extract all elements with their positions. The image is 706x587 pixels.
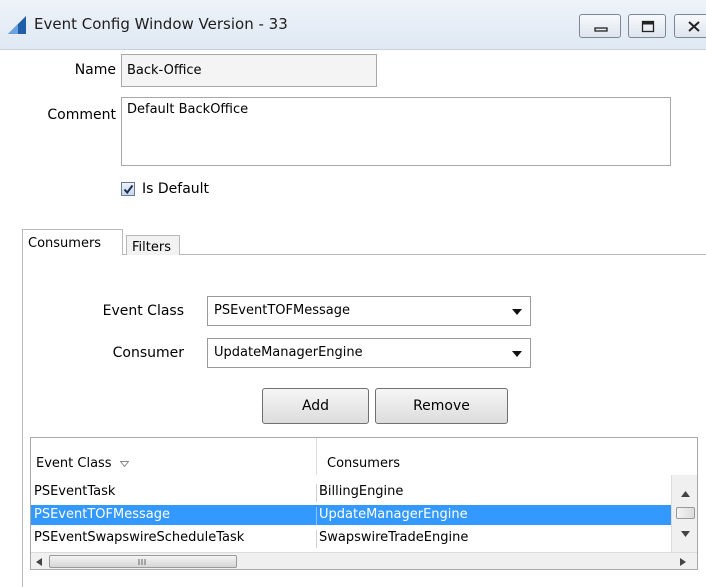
cell-event-class: PSEventTask — [34, 484, 116, 499]
checkmark-icon — [123, 184, 134, 195]
tab-filters[interactable]: Filters — [126, 235, 180, 255]
cell-consumer: BillingEngine — [316, 484, 669, 502]
column-header-event-class[interactable]: Event Class — [31, 438, 317, 475]
table-row[interactable]: PSEventTOFMessage UpdateManagerEngine — [31, 505, 671, 525]
comment-label: Comment — [47, 107, 116, 123]
maximize-button[interactable] — [628, 14, 666, 38]
remove-button[interactable]: Remove — [375, 388, 508, 424]
event-class-dropdown[interactable]: PSEventTOFMessage — [207, 296, 531, 326]
app-icon — [8, 16, 26, 34]
scroll-right-icon[interactable] — [680, 558, 686, 566]
horizontal-scroll-thumb[interactable] — [49, 555, 237, 568]
sort-icon — [119, 461, 130, 468]
event-class-value: PSEventTOFMessage — [214, 303, 350, 318]
title-bar[interactable]: Event Config Window Version - 33 — [0, 0, 706, 50]
consumer-value: UpdateManagerEngine — [214, 345, 363, 360]
dropdown-arrow-icon — [512, 309, 522, 315]
name-label: Name — [74, 62, 116, 78]
cell-event-class: PSEventTOFMessage — [34, 507, 170, 522]
tab-consumers[interactable]: Consumers — [22, 229, 123, 255]
column-header-consumers[interactable]: Consumers — [317, 438, 697, 475]
name-field[interactable]: Back-Office — [121, 54, 377, 87]
cell-consumer: SwapswireTradeEngine — [316, 530, 669, 548]
close-button[interactable] — [674, 14, 706, 38]
is-default-checkbox[interactable] — [121, 182, 135, 196]
consumers-table[interactable]: Event Class Consumers PSEventTask Billin… — [30, 437, 698, 570]
scroll-left-icon[interactable] — [36, 558, 42, 566]
minimize-button[interactable] — [579, 14, 621, 38]
cell-event-class: PSEventSwapswireScheduleTask — [34, 530, 245, 545]
grip-icon — [138, 559, 146, 565]
minimize-icon — [594, 27, 608, 32]
is-default-label: Is Default — [142, 181, 210, 197]
event-class-label: Event Class — [102, 303, 184, 319]
vertical-scrollbar[interactable] — [671, 475, 697, 552]
scroll-up-icon[interactable] — [681, 491, 690, 497]
dropdown-arrow-icon — [512, 351, 522, 357]
vertical-scroll-thumb[interactable] — [676, 507, 695, 519]
maximize-icon — [641, 20, 655, 33]
add-button[interactable]: Add — [262, 388, 369, 424]
window-title: Event Config Window Version - 33 — [34, 15, 288, 33]
table-row[interactable]: PSEventTask BillingEngine — [31, 482, 671, 502]
table-row[interactable]: PSEventSwapswireScheduleTask SwapswireTr… — [31, 528, 671, 548]
scroll-down-icon[interactable] — [681, 531, 690, 537]
cell-consumer: UpdateManagerEngine — [316, 507, 669, 525]
horizontal-scrollbar[interactable] — [31, 552, 697, 569]
comment-field[interactable]: Default BackOffice — [121, 97, 671, 166]
close-icon — [688, 21, 700, 32]
column-header-label: Event Class — [36, 456, 112, 471]
consumer-dropdown[interactable]: UpdateManagerEngine — [207, 338, 531, 368]
consumer-label: Consumer — [112, 345, 184, 361]
